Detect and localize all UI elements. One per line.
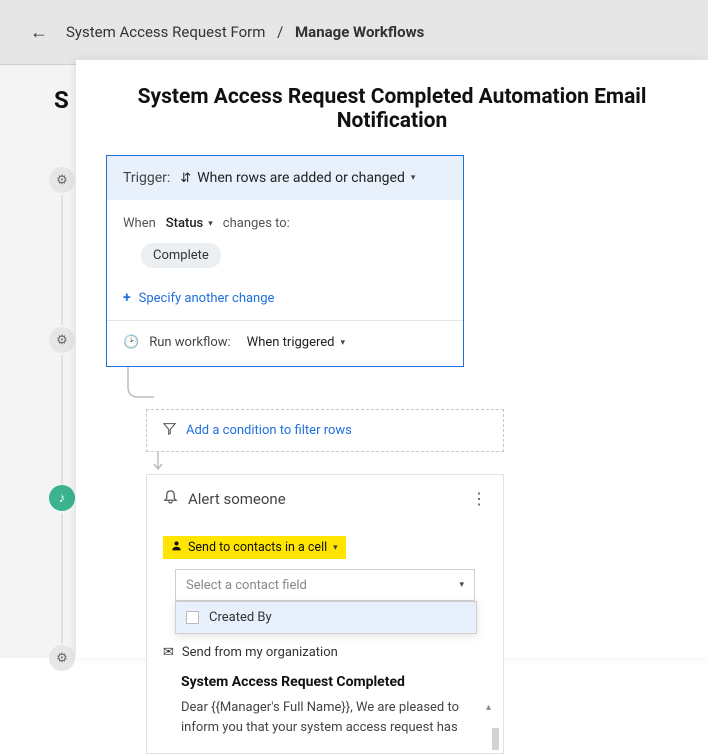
- when-label: When: [123, 216, 156, 231]
- send-to-dropdown[interactable]: Send to contacts in a cell ▾: [163, 536, 346, 559]
- trigger-field-value: Status: [166, 216, 203, 231]
- add-condition-link: Add a condition to filter rows: [186, 423, 352, 438]
- add-change-label: Specify another change: [139, 291, 275, 306]
- bg-step-icon: ♪: [49, 485, 75, 511]
- breadcrumb-separator: /: [277, 23, 283, 41]
- run-workflow-label: Run workflow:: [149, 335, 230, 350]
- breadcrumb-parent[interactable]: System Access Request Form: [66, 23, 265, 41]
- divider: [107, 320, 463, 321]
- background-sidebar: [0, 65, 76, 658]
- contact-placeholder: Select a contact field: [186, 578, 307, 593]
- bg-step-icon: ⚙: [49, 327, 75, 353]
- dropdown-option-created-by[interactable]: Created By: [176, 602, 476, 633]
- run-workflow-value: When triggered: [247, 335, 335, 350]
- bg-connector-line: [61, 513, 63, 643]
- back-arrow-icon[interactable]: ←: [30, 22, 48, 43]
- status-value-chip[interactable]: Complete: [141, 243, 221, 268]
- funnel-icon: [163, 422, 176, 439]
- alert-title: Alert someone: [188, 490, 286, 508]
- bg-step-icon: ⚙: [49, 645, 75, 671]
- contact-field-select[interactable]: Select a contact field ▾: [175, 569, 475, 601]
- chevron-down-icon[interactable]: ▾: [411, 173, 416, 183]
- bg-connector-line: [61, 195, 63, 325]
- specify-another-change-link[interactable]: + Specify another change: [123, 290, 447, 306]
- person-icon: [171, 540, 182, 555]
- chevron-down-icon: ▾: [341, 338, 346, 348]
- bell-icon: [163, 489, 178, 508]
- checkbox-icon: [186, 611, 199, 624]
- rows-changed-icon: ⇵: [180, 171, 191, 186]
- panel-title: System Access Request Completed Automati…: [76, 60, 708, 155]
- trigger-label: Trigger:: [123, 170, 170, 186]
- email-body: Dear {{Manager's Full Name}}, We are ple…: [181, 698, 471, 737]
- clock-icon: 🕑: [123, 335, 139, 350]
- email-subject: System Access Request Completed: [181, 674, 487, 690]
- bg-connector-line: [61, 355, 63, 485]
- chevron-down-icon: ▾: [208, 219, 213, 229]
- send-to-label: Send to contacts in a cell: [188, 540, 327, 555]
- background-letter: S: [54, 86, 69, 114]
- chevron-down-icon: ▾: [459, 580, 464, 590]
- trigger-header[interactable]: Trigger: ⇵ When rows are added or change…: [107, 156, 463, 200]
- trigger-value: When rows are added or changed: [197, 170, 405, 186]
- collapse-caret-icon[interactable]: ▴: [486, 702, 491, 713]
- trigger-field-dropdown[interactable]: Status ▾: [166, 216, 213, 231]
- connector-line: [106, 367, 166, 409]
- kebab-menu-icon[interactable]: ⋮: [471, 495, 487, 503]
- workflow-panel: System Access Request Completed Automati…: [76, 60, 708, 658]
- email-preview[interactable]: System Access Request Completed Dear {{M…: [181, 674, 487, 737]
- plus-icon: +: [123, 290, 131, 306]
- add-condition-card[interactable]: Add a condition to filter rows: [146, 409, 504, 452]
- breadcrumb: System Access Request Form / Manage Work…: [66, 23, 424, 41]
- scrollbar-thumb[interactable]: [492, 728, 499, 750]
- changes-to-label: changes to:: [223, 216, 290, 231]
- connector-line: [146, 452, 206, 474]
- chevron-down-icon: ▾: [333, 543, 338, 553]
- bg-step-icon: ⚙: [49, 167, 75, 193]
- dropdown-option-label: Created By: [209, 610, 272, 625]
- contact-dropdown-menu: Created By: [175, 601, 477, 634]
- alert-card: Alert someone ⋮ Send to contacts in a ce…: [146, 474, 504, 754]
- trigger-card[interactable]: Trigger: ⇵ When rows are added or change…: [106, 155, 464, 367]
- run-workflow-dropdown[interactable]: When triggered ▾: [247, 335, 345, 350]
- breadcrumb-current: Manage Workflows: [295, 23, 424, 41]
